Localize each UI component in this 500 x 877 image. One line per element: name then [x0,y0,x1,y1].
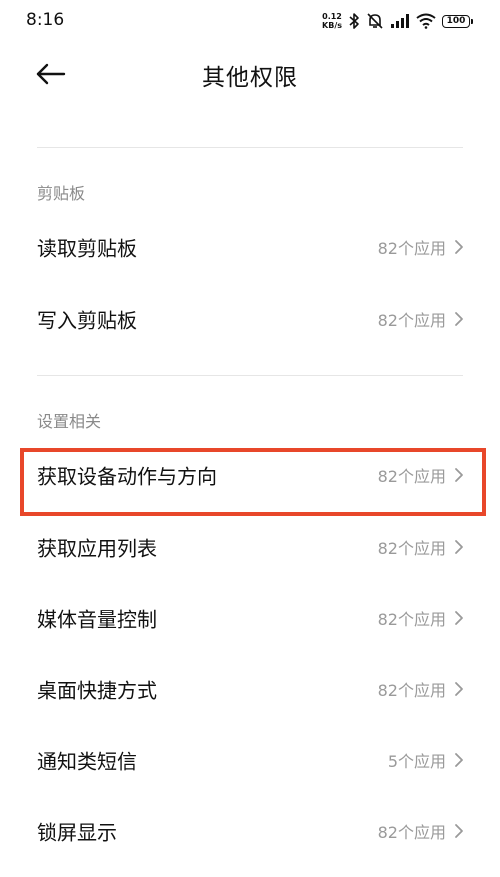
list-item-label: 桌面快捷方式 [37,678,157,703]
list-item-label: 锁屏显示 [37,820,117,845]
list-item-label: 媒体音量控制 [37,607,157,632]
chevron-right-icon [455,240,463,254]
app-count: 82个应用 [377,239,446,258]
divider [37,375,463,376]
chevron-right-icon [455,682,463,696]
app-count: 82个应用 [377,823,446,842]
mute-icon [367,13,383,29]
list-item-label: 获取应用列表 [37,536,157,561]
network-speed-unit: KB/s [322,21,342,30]
status-icons: 0.12 KB/s 100 [322,10,473,32]
list-item-app-list[interactable]: 获取应用列表 82个应用 [0,512,500,582]
app-count: 82个应用 [377,610,446,629]
chevron-right-icon [455,611,463,625]
app-count: 82个应用 [377,539,446,558]
status-time: 8:16 [26,10,65,30]
header: 其他权限 [0,44,500,104]
chevron-right-icon [455,312,463,326]
list-item-right: 82个应用 [378,535,466,559]
list-item-desktop-shortcut[interactable]: 桌面快捷方式 82个应用 [0,654,500,724]
list-item-read-clipboard[interactable]: 读取剪贴板 82个应用 [0,212,500,282]
list-item-label: 读取剪贴板 [37,236,137,261]
list-item-label: 通知类短信 [37,749,137,774]
app-count: 82个应用 [377,681,446,700]
list-item-right: 5个应用 [388,748,466,772]
app-count: 5个应用 [387,752,446,771]
chevron-right-icon [455,540,463,554]
list-item-media-volume[interactable]: 媒体音量控制 82个应用 [0,583,500,653]
list-item-label: 写入剪贴板 [37,308,137,333]
section-header-settings: 设置相关 [37,412,102,431]
signal-icon [391,14,409,28]
battery-icon: 100 [442,14,473,28]
network-speed: 0.12 KB/s [322,12,342,30]
status-bar: 8:16 0.12 KB/s 100 [0,0,500,44]
list-item-right: 82个应用 [378,235,466,259]
wifi-icon [416,13,436,29]
list-item-right: 82个应用 [378,606,466,630]
network-speed-value: 0.12 [322,12,342,21]
list-item-right: 82个应用 [378,677,466,701]
section-header-clipboard: 剪贴板 [37,184,86,203]
list-item-right: 82个应用 [378,307,466,331]
list-item-right: 82个应用 [378,819,466,843]
bluetooth-icon [349,13,359,29]
app-count: 82个应用 [377,311,446,330]
list-item-write-clipboard[interactable]: 写入剪贴板 82个应用 [0,284,500,354]
chevron-right-icon [455,824,463,838]
divider [37,147,463,148]
highlight-annotation [20,448,486,516]
chevron-right-icon [455,753,463,767]
list-item-notification-sms[interactable]: 通知类短信 5个应用 [0,725,500,795]
list-item-lock-screen-display[interactable]: 锁屏显示 82个应用 [0,796,500,866]
page-title: 其他权限 [202,65,298,91]
